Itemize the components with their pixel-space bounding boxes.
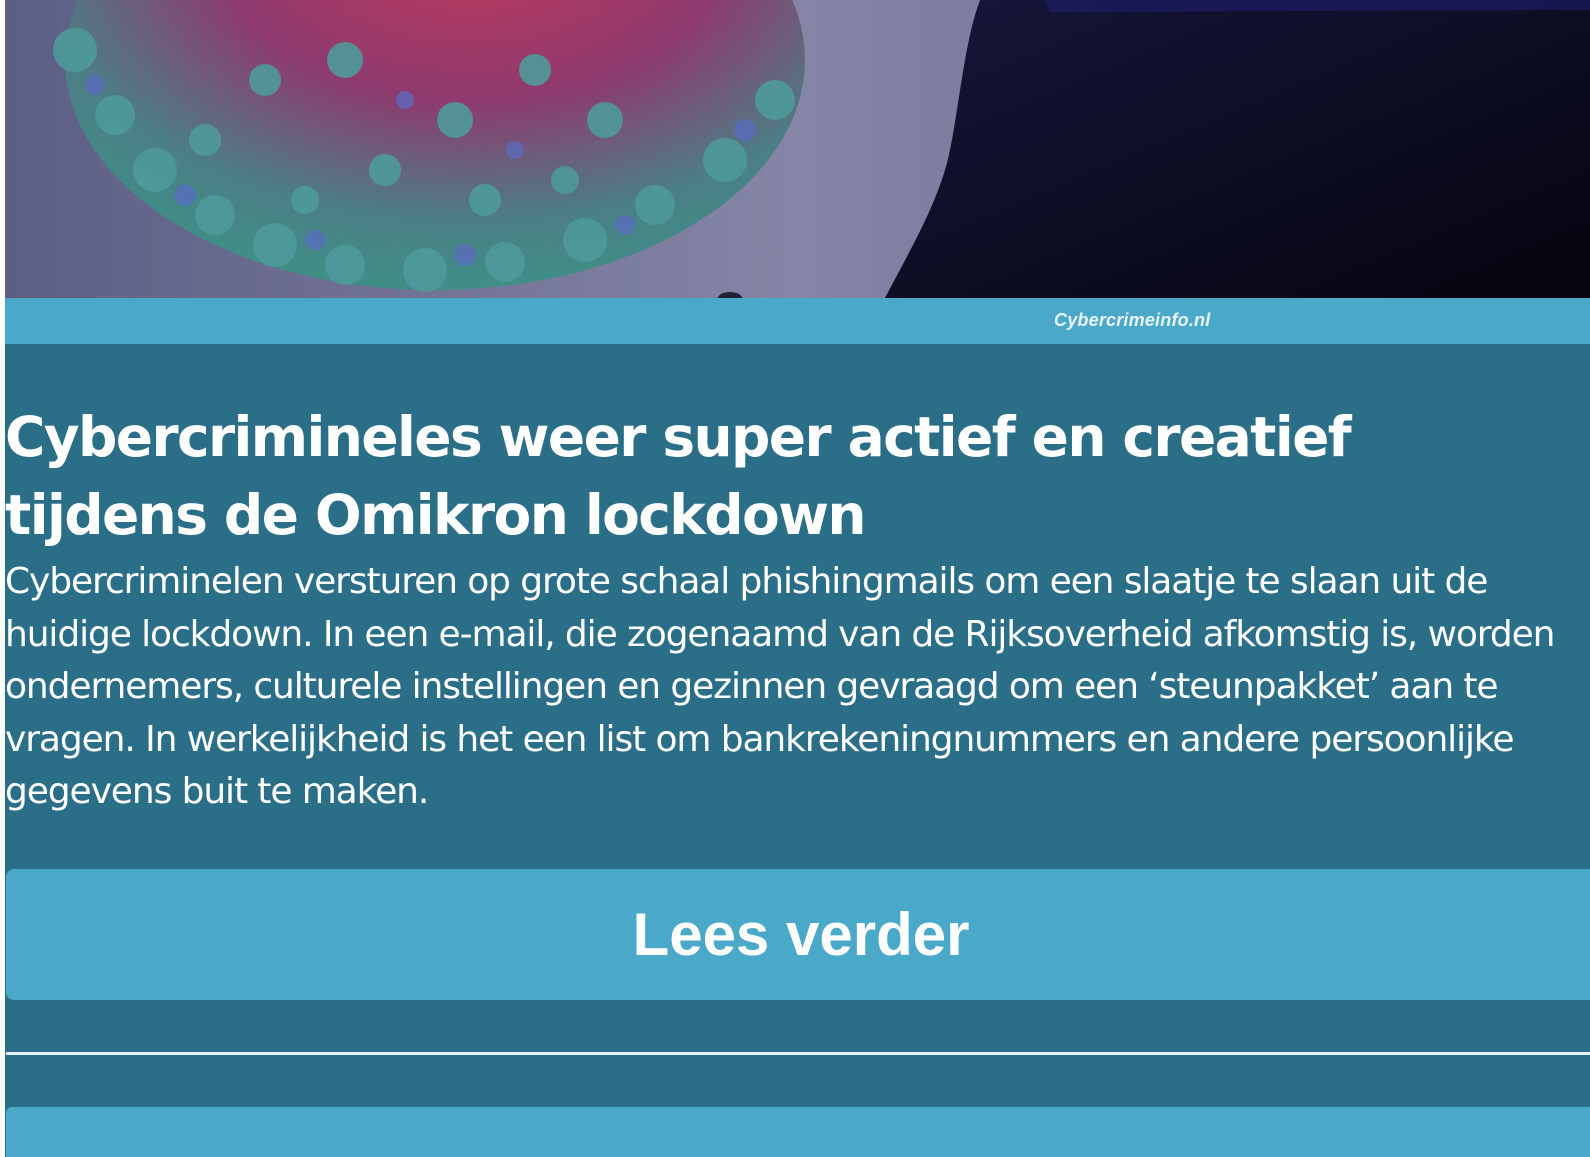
article-summary: Cybercriminelen versturen op grote schaa… xyxy=(5,561,1555,812)
page: Cybercrimeinfo.nl Cybercrimineles weer s… xyxy=(0,0,1590,1157)
read-more-button[interactable]: Lees verder xyxy=(6,869,1590,1000)
next-card[interactable] xyxy=(6,1107,1590,1157)
image-caption-bar: Cybercrimeinfo.nl xyxy=(5,298,1590,344)
hero-image xyxy=(5,0,1590,298)
news-card: Cybercrimeinfo.nl Cybercrimineles weer s… xyxy=(5,0,1590,1157)
article-title[interactable]: Cybercrimineles weer super actief en cre… xyxy=(5,398,1565,554)
divider xyxy=(6,1052,1590,1055)
coronavirus-illustration xyxy=(5,0,1590,298)
image-caption: Cybercrimeinfo.nl xyxy=(1054,310,1211,330)
